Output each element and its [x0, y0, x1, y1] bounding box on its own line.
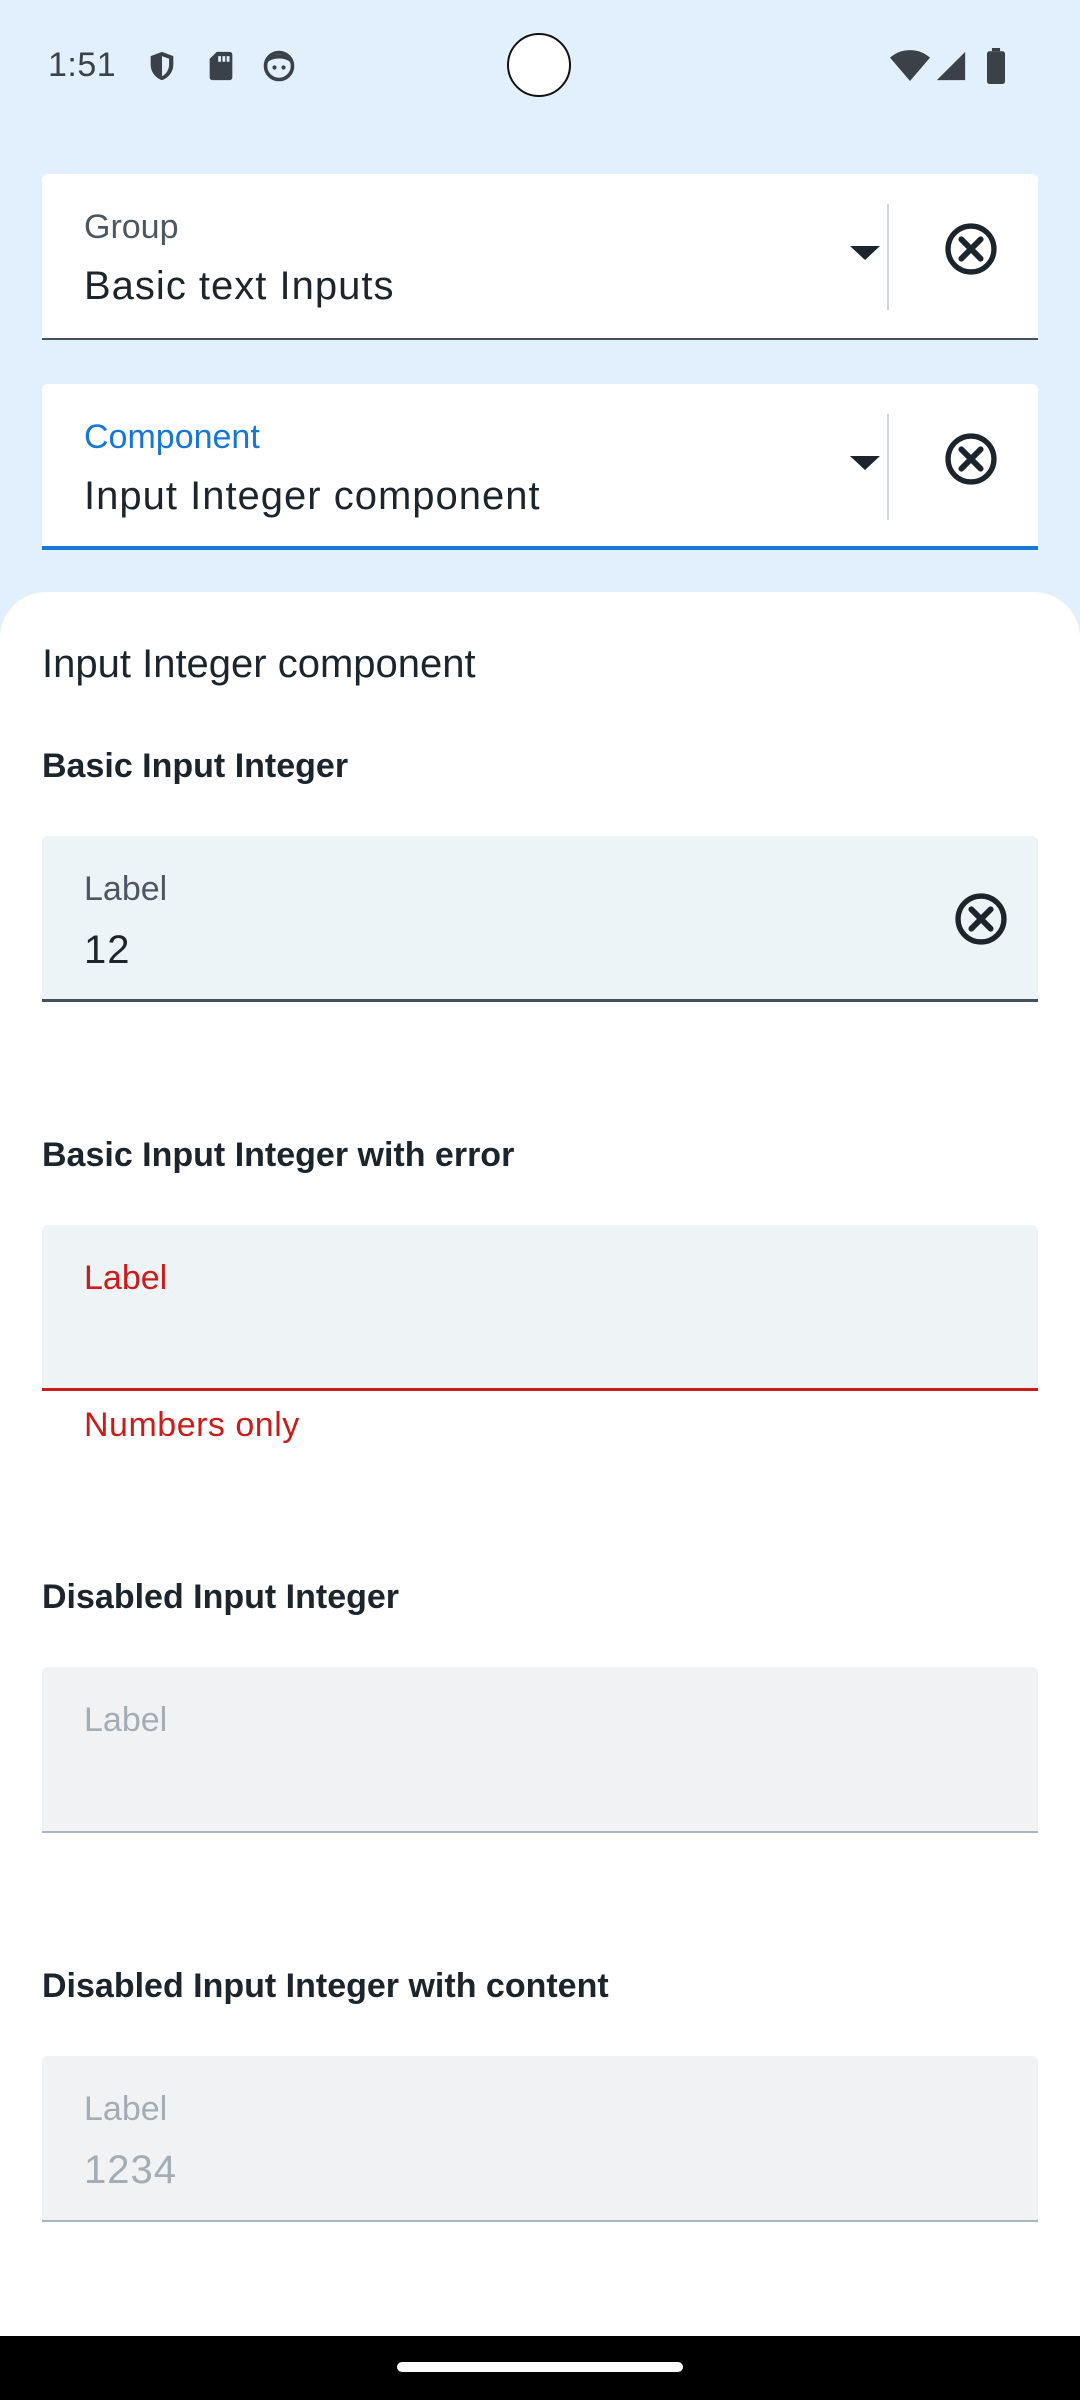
status-bar: 1:51 [0, 0, 1080, 130]
section-title-basic: Basic Input Integer [42, 747, 349, 785]
field-value: 12 [84, 928, 131, 972]
basic-integer-input[interactable]: Label 12 [42, 836, 1038, 1002]
clear-icon [955, 893, 1007, 945]
battery-icon [985, 48, 1007, 84]
field-label: Label [84, 870, 168, 908]
error-integer-input[interactable]: Label [42, 1225, 1038, 1391]
signal-icon [934, 48, 970, 84]
camera-cutout [507, 33, 571, 97]
error-message: Numbers only [84, 1406, 300, 1444]
disabled-integer-input-with-content: Label 1234 [42, 2056, 1038, 2222]
face-icon [261, 48, 295, 84]
section-title-error: Basic Input Integer with error [42, 1136, 515, 1174]
disabled-integer-input: Label [42, 1667, 1038, 1833]
clear-icon [945, 433, 997, 485]
group-select-value: Basic text Inputs [84, 264, 395, 308]
component-clear-button[interactable] [936, 424, 1006, 494]
group-select-label: Group [84, 208, 179, 246]
divider [887, 414, 889, 520]
chevron-down-icon[interactable] [850, 456, 880, 470]
field-label: Label [84, 2090, 168, 2128]
section-title-disabled-content: Disabled Input Integer with content [42, 1967, 609, 2005]
divider [887, 204, 889, 310]
navigation-bar [0, 2336, 1080, 2400]
field-label: Label [84, 1701, 168, 1739]
component-select-label: Component [84, 418, 260, 456]
basic-integer-clear-button[interactable] [946, 884, 1016, 954]
component-select-value: Input Integer component [84, 474, 541, 518]
sd-card-icon [204, 48, 238, 84]
wifi-icon [890, 48, 930, 84]
content-sheet: Input Integer component Basic Input Inte… [0, 592, 1080, 2400]
clear-icon [945, 223, 997, 275]
field-label: Label [84, 1259, 168, 1297]
status-time: 1:51 [48, 46, 117, 84]
component-select[interactable]: Component Input Integer component [42, 384, 1038, 550]
group-select[interactable]: Group Basic text Inputs [42, 174, 1038, 340]
group-clear-button[interactable] [936, 214, 1006, 284]
field-value: 1234 [84, 2148, 177, 2192]
home-handle[interactable] [397, 2362, 683, 2372]
section-title-disabled: Disabled Input Integer [42, 1578, 400, 1616]
chevron-down-icon[interactable] [850, 246, 880, 260]
shield-icon [145, 48, 179, 84]
page-title: Input Integer component [42, 642, 476, 686]
